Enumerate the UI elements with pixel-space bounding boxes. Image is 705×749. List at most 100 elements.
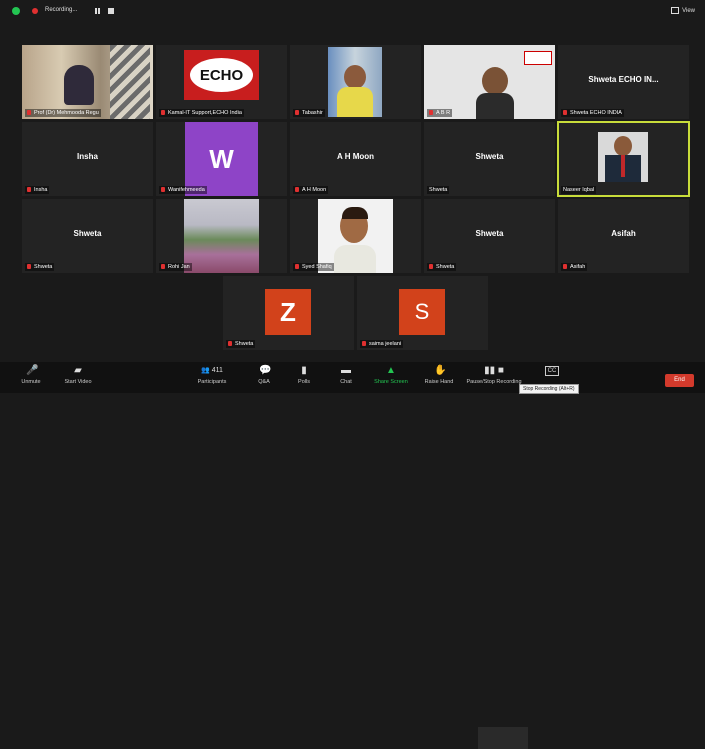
mic-muted-icon [228,341,232,347]
share-screen-icon: ▲ [386,365,396,376]
participant-tile[interactable]: Prof (Dr) Mehmooda Regu [22,45,153,119]
group-photo [184,199,259,273]
mic-muted-icon [362,341,366,347]
participant-name: Shweta [427,263,457,271]
mic-muted-icon [27,187,31,193]
participant-tile[interactable]: Shweta Shweta [424,199,555,273]
person-hair [342,207,368,219]
participant-center-name: Insha [77,152,98,161]
stop-recording-icon[interactable] [108,8,114,14]
view-button[interactable]: View [671,7,695,14]
chat-icon: ▬ [341,365,351,376]
participant-name: Wanifehmeeda [159,186,207,194]
participant-name: Prof (Dr) Mehmooda Regu [25,109,101,117]
mic-muted-icon [161,110,165,116]
participant-tile[interactable]: Shweta Shweta [22,199,153,273]
participant-name: A H Moon [293,186,329,194]
participant-center-name: A H Moon [336,152,375,161]
participant-tile[interactable]: Insha Insha [22,122,153,196]
mic-muted-icon [563,110,567,116]
participant-tile[interactable]: Rohi Jan [156,199,287,273]
top-bar: Recording... View [0,0,705,22]
meeting-controls-bar: 🎤 Unmute ▰ Start Video 👥 411 Participants 💬… [0,362,705,749]
person-shirt [334,245,376,273]
grid-view-icon [671,7,680,14]
mic-muted-icon: 🎤 [26,365,39,376]
participant-tile[interactable]: W Wanifehmeeda [156,122,287,196]
person-shirt [337,87,373,117]
security-shield-icon[interactable] [12,7,20,15]
qa-icon: 💬 [259,365,272,376]
participant-tile[interactable]: Tabashir [290,45,421,119]
curtain [110,45,150,119]
participants-count: 411 [211,367,223,374]
participant-tile[interactable]: ECHO Kamal-IT Support,ECHO India [156,45,287,119]
echo-logo: ECHO [190,58,253,92]
pause-recording-icon[interactable] [95,8,97,14]
participant-name: saima jeelani [360,340,404,348]
participant-tile[interactable]: Asifah Asifah [558,199,689,273]
participant-tile[interactable]: Z Shweta [223,276,354,350]
unmute-button[interactable]: 🎤 Unmute [16,365,46,386]
mic-muted-icon [295,187,299,193]
mic-muted-icon [429,110,433,116]
mic-muted-icon [295,110,299,116]
person-head [614,136,632,156]
qa-button[interactable]: 💬 Q&A [252,365,276,386]
person-figure [64,65,94,105]
participant-tile[interactable]: S saima jeelani [357,276,488,350]
participants-icon: 👥 411 [201,367,223,374]
participant-tile[interactable]: Syed Shafiq [290,199,421,273]
person-shirt [476,93,514,119]
participant-name: Shweta [226,340,256,348]
participants-button[interactable]: 👥 411 Participants [195,366,229,385]
polls-button[interactable]: ▮ Polls [292,365,316,386]
participant-name: Shweta [25,263,55,271]
cc-icon: CC [545,366,559,376]
participant-tile[interactable]: Shweta ECHO IN... Shweta ECHO INDIA [558,45,689,119]
mic-muted-icon [27,110,31,116]
view-label: View [682,8,695,15]
polls-icon: ▮ [301,365,307,376]
participant-name: Insha [25,186,50,194]
participant-center-name: Shweta [475,152,504,161]
video-off-icon: ▰ [74,365,82,376]
avatar-initial: W [185,122,258,196]
participant-tile[interactable]: A B R [424,45,555,119]
participant-name: A B R [427,109,453,117]
raise-hand-button[interactable]: ✋ Raise Hand [422,365,456,386]
mic-muted-icon [563,264,567,270]
participant-name: Asifah [561,263,588,271]
closed-caption-button[interactable]: CC [542,366,562,379]
mic-muted-icon [429,264,433,270]
participant-name: Tabashir [293,109,325,117]
participant-center-name: Asifah [611,229,636,238]
participant-tile[interactable]: A H Moon A H Moon [290,122,421,196]
mic-muted-icon [295,264,299,270]
start-video-button[interactable]: ▰ Start Video [60,365,96,386]
recording-status: Recording... [45,7,78,13]
mic-muted-icon [161,264,165,270]
avatar-initial: Z [265,289,311,335]
share-screen-button[interactable]: ▲ Share Screen [372,365,410,386]
raise-hand-icon: ✋ [434,365,447,376]
echo-badge [524,51,552,65]
participant-name: Shweta ECHO INDIA [561,109,624,117]
participant-tile[interactable]: Shweta Shweta [424,122,555,196]
person-tie [621,155,625,177]
mic-muted-icon [161,187,165,193]
person-head [482,67,508,95]
avatar-initial: S [399,289,445,335]
participant-name: Syed Shafiq [293,263,334,271]
end-meeting-button[interactable]: End [665,374,694,387]
person-head [344,65,366,89]
active-speaker-tile[interactable]: Naseer Iqbal [557,121,690,197]
participant-name: Rohi Jan [159,263,192,271]
participant-name: Naseer Iqbal [561,186,597,194]
recording-dot-icon [32,8,38,14]
participant-name: Kamal-IT Support,ECHO India [159,109,244,117]
pause-stop-recording-button[interactable]: ▮▮ ■ Pause/Stop Recording [466,366,522,386]
chat-button[interactable]: ▬ Chat [334,365,358,386]
participant-center-name: Shweta [475,229,504,238]
recording-controls-highlight [478,727,528,749]
